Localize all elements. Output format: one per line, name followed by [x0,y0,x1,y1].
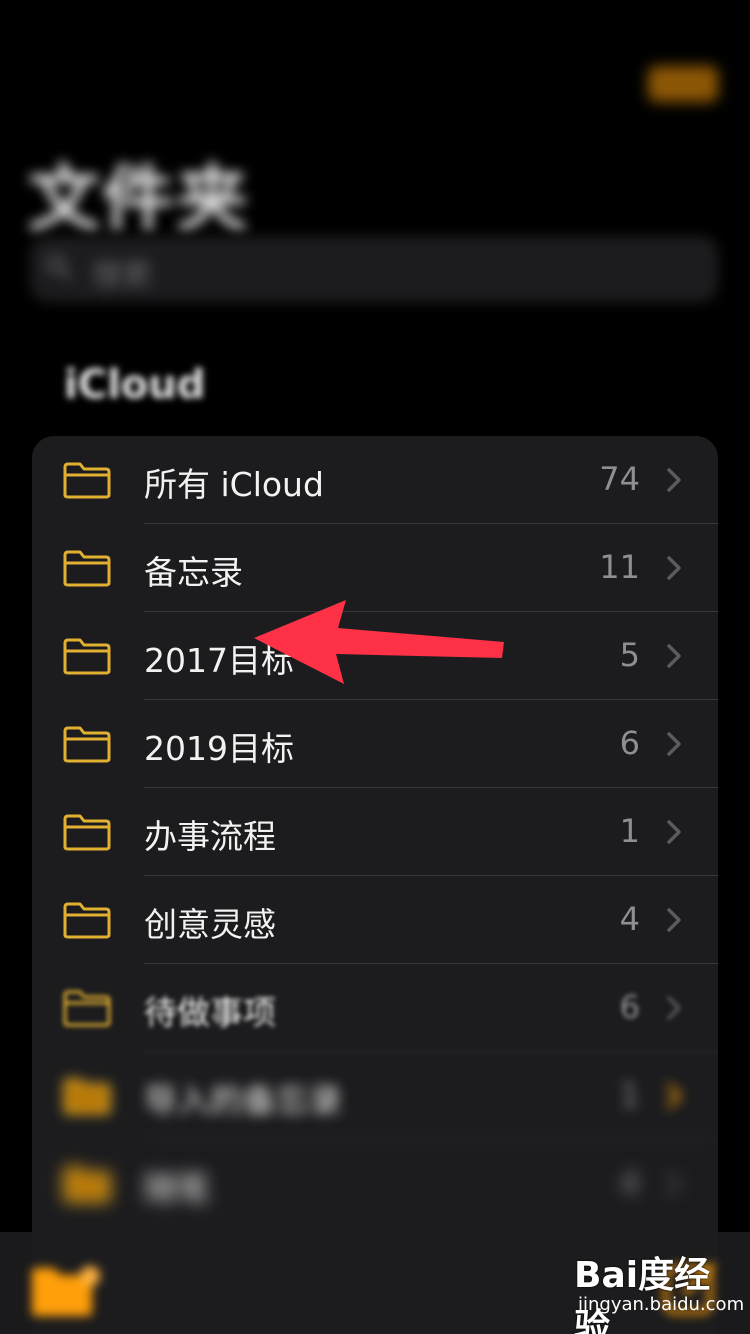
status-bar [0,0,750,44]
baidu-jingyan-watermark: Bai度经验 jingyan.baidu.com [574,1246,745,1334]
annotation-arrow-icon [254,600,504,684]
folder-count: 1 [619,812,640,850]
search-icon [46,254,72,280]
folder-name: 备忘录 [144,553,243,592]
watermark-url: jingyan.baidu.com [578,1294,745,1315]
notes-folders-screen: 文件夹 搜索 iCloud 所有 iCloud 74 备忘录 11 2017目标… [0,0,750,1334]
folder-name: 随笔 [144,1169,210,1208]
folder-count: 6 [619,988,640,1026]
folder-icon [63,638,111,675]
folder-name: 2019目标 [144,729,294,768]
chevron-right-icon [667,1172,681,1196]
folder-count: 74 [599,460,640,498]
section-header-icloud: iCloud [64,362,206,408]
folder-name: 导入的备忘录 [144,1081,342,1120]
folder-count: 11 [599,548,640,586]
edit-button[interactable] [648,66,718,102]
folder-count: 4 [619,1164,640,1202]
folder-icon [63,990,111,1027]
folder-row-imported-notes[interactable]: 导入的备忘录 1 [32,1052,718,1140]
folder-row-jottings[interactable]: 随笔 4 [32,1140,718,1228]
chevron-right-icon [667,732,681,756]
watermark-logo: Bai度经验 [574,1255,711,1334]
folder-icon [63,1078,111,1115]
chevron-right-icon [667,556,681,580]
folder-count: 5 [619,636,640,674]
folder-icon [63,814,111,851]
folder-row-ideas[interactable]: 创意灵感 4 [32,876,718,964]
chevron-right-icon [667,908,681,932]
folder-row-todo[interactable]: 待做事项 6 [32,964,718,1052]
search-bar[interactable]: 搜索 [30,236,718,302]
folder-icon [63,462,111,499]
folder-icon [63,902,111,939]
folder-count: 6 [619,724,640,762]
page-title: 文件夹 [28,157,251,241]
folder-row-workflow[interactable]: 办事流程 1 [32,788,718,876]
chevron-right-icon [667,644,681,668]
folder-icon [63,550,111,587]
folder-name: 所有 iCloud [144,465,324,504]
chevron-right-icon [667,820,681,844]
chevron-right-icon [667,468,681,492]
chevron-right-icon [667,996,681,1020]
new-folder-icon[interactable] [28,1262,102,1320]
folder-name: 办事流程 [144,817,276,856]
search-placeholder: 搜索 [92,258,152,293]
folder-count: 4 [619,900,640,938]
folder-icon [63,1166,111,1203]
folder-name: 待做事项 [144,993,276,1032]
folder-name: 创意灵感 [144,905,276,944]
folder-row-all-icloud[interactable]: 所有 iCloud 74 [32,436,718,524]
chevron-right-icon [667,1084,681,1108]
folder-list: 所有 iCloud 74 备忘录 11 2017目标 5 2019目标 6 办事… [32,436,718,1334]
folder-count: 1 [619,1076,640,1114]
folder-icon [63,726,111,763]
folder-row-2019-goals[interactable]: 2019目标 6 [32,700,718,788]
